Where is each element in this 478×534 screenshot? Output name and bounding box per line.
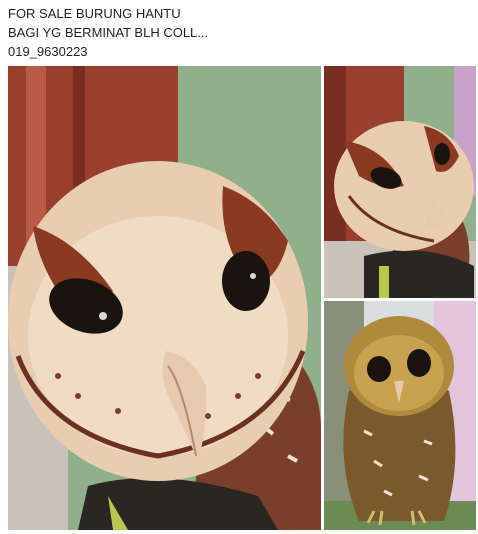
- owl-full-body-image: [324, 301, 476, 530]
- caption-line-info[interactable]: BAGI YG BERMINAT BLH COLL...: [8, 23, 470, 42]
- photo-owl-closeup[interactable]: [8, 66, 321, 530]
- owl-closeup-image: [8, 66, 321, 530]
- photo-owl-side-view[interactable]: [324, 66, 476, 298]
- photo-owl-full-body[interactable]: [324, 301, 476, 530]
- caption-line-phone: 019_9630223: [8, 44, 88, 59]
- caption-line-title: FOR SALE BURUNG HANTU: [8, 6, 181, 21]
- post-caption: FOR SALE BURUNG HANTU BAGI YG BERMINAT B…: [8, 4, 470, 61]
- owl-side-view-image: [324, 66, 476, 298]
